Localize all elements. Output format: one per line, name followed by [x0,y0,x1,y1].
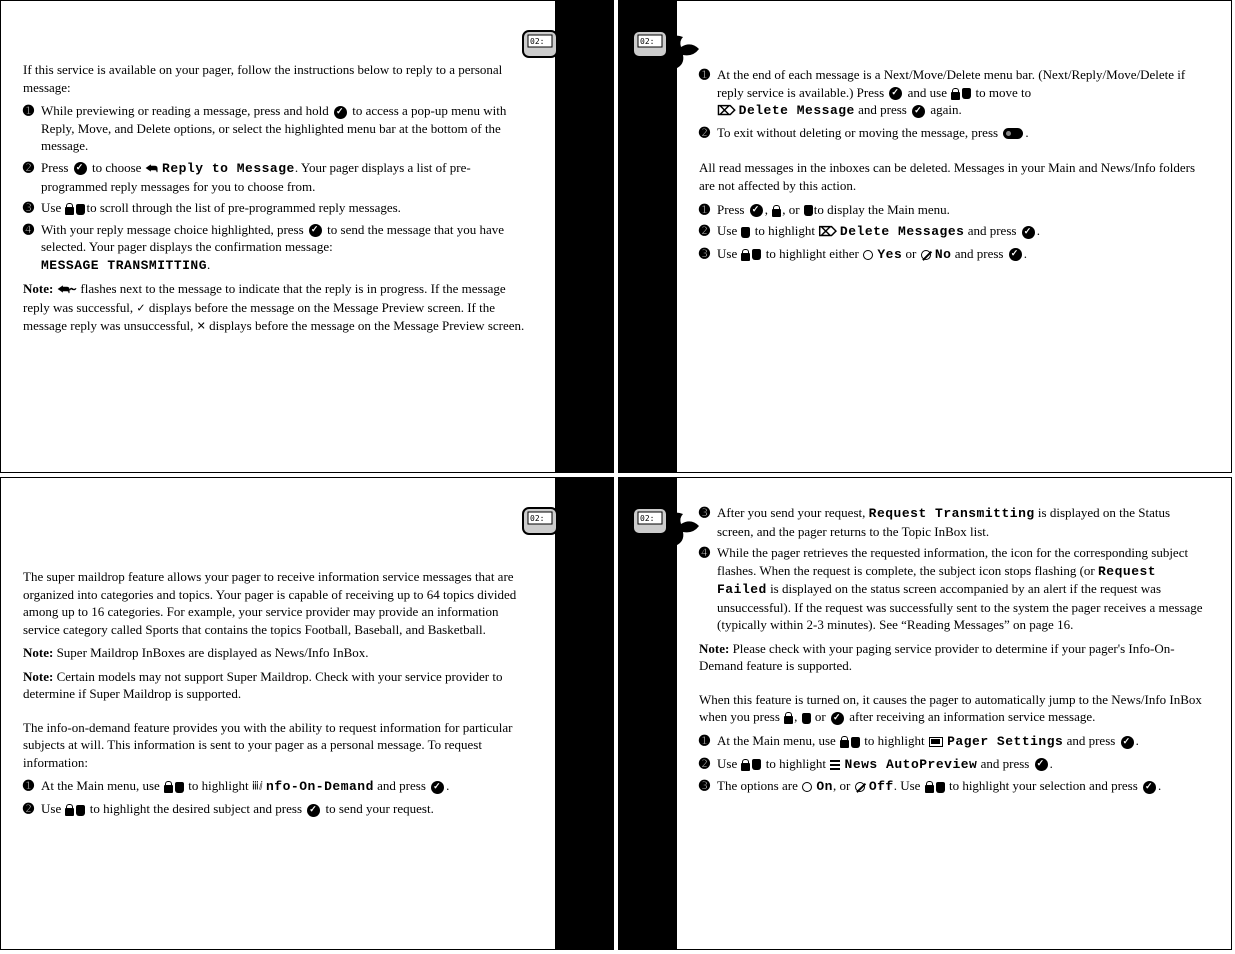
maildrop-intro: The super maildrop feature allows your p… [23,568,533,638]
manual-page-2: 02: At the end of each message is a Next… [618,0,1232,473]
pager-logo-icon: 02: [631,23,701,73]
step-1: At the Main menu, use to highlight Pager… [699,732,1209,751]
down-key-icon [804,205,813,216]
down-key-icon [752,759,761,770]
up-key-icon [925,781,934,793]
step-2: Use to highlight ⌦ Delete Messages and p… [699,222,1209,241]
down-key-icon [752,249,761,260]
info-on-demand-steps: At the Main menu, use to highlight ⅲⅈ nf… [23,777,533,817]
manual-page-3: 02: The super maildrop feature allows yo… [0,477,614,950]
delete-steps-list: At the end of each message is a Next/Mov… [699,66,1209,141]
step-3: After you send your request, Request Tra… [699,504,1209,540]
fail-icon: ✕ [197,320,206,332]
step-3: Use to scroll through the list of pre-pr… [23,199,533,217]
up-key-icon [65,203,74,215]
check-button-icon [912,105,925,118]
down-key-icon [962,88,971,99]
down-key-icon [76,805,85,816]
step-2: Use to highlight the desired subject and… [23,800,533,818]
up-key-icon [741,759,750,771]
reply-steps-list: While previewing or reading a message, p… [23,102,533,274]
step-4: While the pager retrieves the requested … [699,544,1209,634]
check-button-icon [307,804,320,817]
success-icon: ✓ [136,303,145,315]
reply-arrow-icon: ⮪ [146,160,158,178]
step-1: While previewing or reading a message, p… [23,102,533,155]
transmit-icon: ⮪⁓ [58,281,77,299]
autopreview-steps: At the Main menu, use to highlight Pager… [699,732,1209,796]
check-button-icon [1035,758,1048,771]
no-radio-icon [921,250,931,260]
autopreview-intro: When this feature is turned on, it cause… [699,691,1209,726]
svg-text:02:: 02: [640,514,654,523]
delete-icon: ⌦ [717,102,735,120]
back-button-icon [1003,128,1023,139]
check-button-icon [889,87,902,100]
note-1: Note: Super Maildrop InBoxes are display… [23,644,533,662]
settings-screen-icon [929,737,943,747]
delete-all-intro: All read messages in the inboxes can be … [699,159,1209,194]
check-button-icon [1009,248,1022,261]
step-4: With your reply message choice highlight… [23,221,533,275]
up-key-icon [772,205,781,217]
news-icon [830,760,840,770]
manual-page-4: 02: After you send your request, Request… [618,477,1232,950]
pager-logo-icon: 02: [631,500,701,550]
check-button-icon [1121,736,1134,749]
info-icon: ⅲⅈ [252,781,263,793]
down-key-icon [936,782,945,793]
note-2: Note: Certain models may not support Sup… [23,668,533,703]
delete-icon: ⌦ [818,223,836,241]
info-on-demand-steps-cont: After you send your request, Request Tra… [699,504,1209,634]
down-key-icon [76,204,85,215]
check-button-icon [831,712,844,725]
up-key-icon [784,712,793,724]
intro-text: If this service is available on your pag… [23,61,533,96]
pager-logo-icon: 02: [521,500,591,550]
check-button-icon [1022,226,1035,239]
step-1: At the Main menu, use to highlight ⅲⅈ nf… [23,777,533,796]
up-key-icon [840,736,849,748]
up-key-icon [65,804,74,816]
down-key-icon [802,713,811,724]
check-button-icon [431,781,444,794]
step-1: At the end of each message is a Next/Mov… [699,66,1209,120]
step-1: Press , , or to display the Main menu. [699,201,1209,219]
step-2: Use to highlight News AutoPreview and pr… [699,755,1209,774]
down-key-icon [175,782,184,793]
check-button-icon [1143,781,1156,794]
info-on-demand-intro: The info-on-demand feature provides you … [23,719,533,772]
down-key-icon [741,227,750,238]
delete-all-steps-list: Press , , or to display the Main menu. U… [699,201,1209,264]
up-key-icon [951,88,960,100]
off-radio-icon [855,782,865,792]
step-3: Use to highlight either Yes or No and pr… [699,245,1209,264]
svg-text:02:: 02: [530,37,544,46]
check-button-icon [74,162,87,175]
step-2: To exit without deleting or moving the m… [699,124,1209,142]
svg-text:02:: 02: [640,37,654,46]
yes-radio-icon [863,250,873,260]
svg-text:02:: 02: [530,514,544,523]
step-2: Press to choose ⮪ Reply to Message. Your… [23,159,533,195]
pager-logo-icon: 02: [521,23,591,73]
down-key-icon [851,737,860,748]
note-paragraph: Note: ⮪⁓ flashes next to the message to … [23,280,533,334]
step-3: The options are On, or Off. Use to highl… [699,777,1209,796]
check-button-icon [309,224,322,237]
check-button-icon [750,204,763,217]
manual-page-1: 02: If this service is available on your… [0,0,614,473]
up-key-icon [741,249,750,261]
note: Note: Please check with your paging serv… [699,640,1209,675]
up-key-icon [164,781,173,793]
on-radio-icon [802,782,812,792]
check-button-icon [334,106,347,119]
